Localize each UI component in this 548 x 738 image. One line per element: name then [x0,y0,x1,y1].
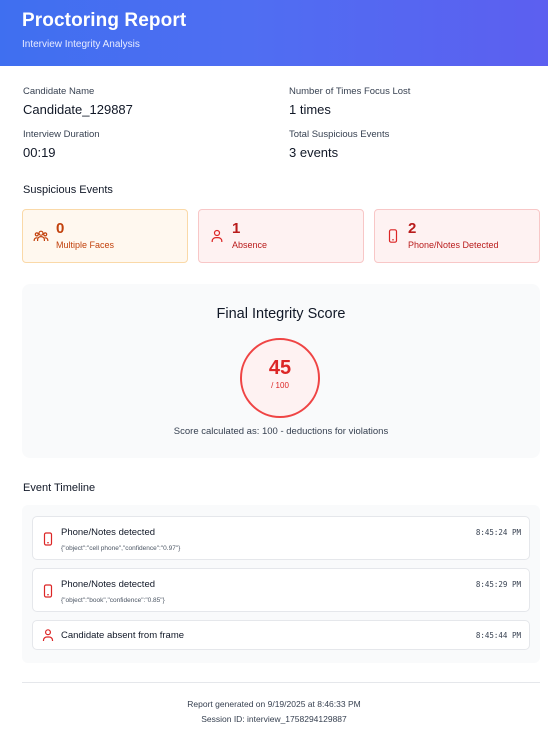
phone-icon [385,228,401,244]
timeline-item-title: Candidate absent from frame [61,630,185,641]
timeline-item: Phone/Notes detected {"object":"cell pho… [32,516,530,560]
focus-lost-label: Number of Times Focus Lost [289,86,411,97]
phone-notes-count: 2 [408,220,417,237]
absence-label: Absence [232,240,268,250]
integrity-score-panel: Final Integrity Score 45 / 100 Score cal… [22,284,540,458]
users-icon [33,228,49,244]
suspicious-total-field: Total Suspicious Events 3 events [289,129,539,161]
duration-value: 00:19 [23,145,56,160]
multiple-faces-card: 0 Multiple Faces [22,209,188,263]
session-id-text: Session ID: interview_1758294129887 [201,714,347,724]
candidate-name-value: Candidate_129887 [23,102,133,117]
score-max: / 100 [271,381,289,390]
score-title: Final Integrity Score [216,306,346,322]
multiple-faces-label: Multiple Faces [56,240,115,250]
absence-card: 1 Absence [198,209,364,263]
timeline-item: Candidate absent from frame 8:45:44 PM [32,620,530,650]
page-subtitle: Interview Integrity Analysis [22,39,140,50]
phone-icon [42,584,54,598]
footer-divider [22,682,540,683]
focus-lost-value: 1 times [289,102,331,117]
page-title: Proctoring Report [22,10,187,31]
event-timeline-panel: Phone/Notes detected {"object":"cell pho… [22,505,540,663]
timeline-item-title: Phone/Notes detected [61,579,156,590]
report-generated-text: Report generated on 9/19/2025 at 8:46:33… [187,699,361,709]
phone-icon [42,532,54,546]
event-timeline-heading: Event Timeline [23,482,96,494]
report-header: Proctoring Report Interview Integrity An… [0,0,548,66]
timeline-item-detail: {"object":"book","confidence":"0.85"} [61,597,165,604]
user-icon [209,228,225,244]
timeline-item: Phone/Notes detected {"object":"book","c… [32,568,530,612]
suspicious-events-cards: 0 Multiple Faces 1 Absence 2 Phone/Notes… [22,209,540,263]
phone-notes-label: Phone/Notes Detected [408,240,499,250]
suspicious-total-value: 3 events [289,145,339,160]
user-icon [42,628,54,642]
duration-label: Interview Duration [23,129,100,140]
duration-field: Interview Duration 00:19 [23,129,273,161]
timeline-item-time: 8:45:29 PM [475,580,521,589]
timeline-item-time: 8:45:44 PM [475,631,521,640]
score-calculation-note: Score calculated as: 100 - deductions fo… [173,426,389,437]
candidate-name-field: Candidate Name Candidate_129887 [23,86,273,118]
multiple-faces-count: 0 [56,220,65,237]
suspicious-total-label: Total Suspicious Events [289,129,390,140]
timeline-item-title: Phone/Notes detected [61,527,156,538]
timeline-item-time: 8:45:24 PM [475,528,521,537]
focus-lost-field: Number of Times Focus Lost 1 times [289,86,539,118]
score-value: 45 [268,357,292,379]
score-circle: 45 / 100 [240,338,320,418]
timeline-item-detail: {"object":"cell phone","confidence":"0.9… [61,545,181,552]
phone-notes-card: 2 Phone/Notes Detected [374,209,540,263]
suspicious-events-heading: Suspicious Events [23,184,113,196]
candidate-name-label: Candidate Name [23,86,95,97]
absence-count: 1 [232,220,241,237]
